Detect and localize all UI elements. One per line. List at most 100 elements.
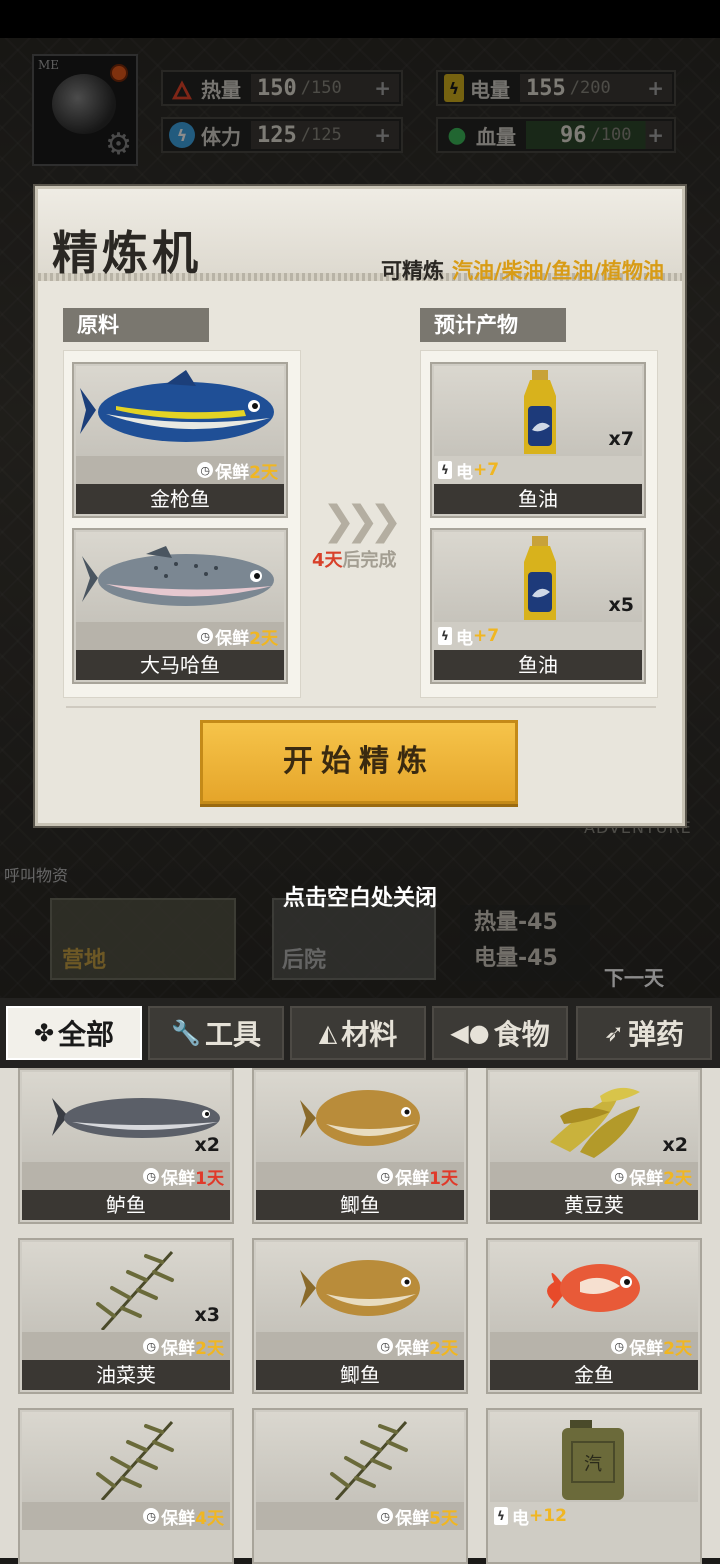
start-refining-button[interactable]: 开始精炼: [200, 720, 518, 804]
tab-ammo[interactable]: ➶ 弹药: [576, 1006, 712, 1060]
close-hint: 点击空白处关闭: [282, 886, 437, 911]
item-name: 鲫鱼: [256, 1360, 464, 1390]
jerrycan-label: 汽: [584, 1454, 602, 1475]
salmon-icon: [82, 546, 274, 606]
bullet-icon: ➶: [603, 1019, 625, 1047]
refinable-value: 汽油/柴油/鱼油/植物油: [451, 259, 664, 283]
inventory-item[interactable]: 汽 ϟ 电 +12: [486, 1408, 702, 1564]
process-arrow-icon: ❯❯❯: [322, 498, 402, 544]
tab-label: 弹药: [628, 1018, 685, 1051]
inventory-grid: x2 ◷保鲜1天 鲈鱼 ◷保鲜1天 鲫鱼 x2 ◷保鲜2天 黄豆荚: [0, 1068, 720, 1564]
inventory-item[interactable]: ◷ 保鲜 5天: [252, 1408, 468, 1564]
completion-time: 4天后完成: [312, 546, 397, 572]
item-name: 黄豆荚: [490, 1190, 698, 1220]
tab-food[interactable]: ◀● 食物: [432, 1006, 568, 1060]
inventory-item[interactable]: ◷ 保鲜 1天 鲫鱼: [252, 1068, 468, 1224]
refinable-info: 可精炼 汽油/柴油/鱼油/植物油: [381, 255, 664, 285]
freshness-value: 4天: [195, 1508, 224, 1529]
tab-all[interactable]: ✤ 全部: [6, 1006, 142, 1060]
battery-icon: ϟ: [494, 1507, 508, 1525]
inventory-item[interactable]: x2 ◷ 保鲜 2天 黄豆荚: [486, 1068, 702, 1224]
output-slot-2[interactable]: x5 ϟ 电 +7 鱼油: [430, 528, 646, 684]
item-name: 鲫鱼: [256, 1190, 464, 1220]
freshness-label: 保鲜: [215, 628, 250, 649]
jerrycan-icon: 汽: [562, 1420, 624, 1500]
completion-days: 4天: [312, 550, 343, 571]
item-count: x2: [194, 1134, 220, 1156]
freshness-label: 保鲜: [161, 1338, 196, 1359]
clock-icon: ◷: [611, 1168, 628, 1184]
freshness-label: 保鲜: [161, 1508, 196, 1529]
clock-icon: ◷: [377, 1168, 394, 1184]
input-slot-1[interactable]: ◷ 保鲜 2天 金枪鱼: [72, 362, 288, 518]
tab-label: 食物: [493, 1018, 550, 1051]
battery-icon: ϟ: [438, 461, 452, 479]
item-count: x7: [608, 428, 634, 450]
wrench-icon: 🔧: [171, 1019, 201, 1047]
freshness-label: 保鲜: [395, 1168, 430, 1189]
clock-icon: ◷: [143, 1508, 160, 1524]
inventory-item[interactable]: x3 ◷ 保鲜 2天 油菜荚: [18, 1238, 234, 1394]
rapeseed-pod-icon: [96, 1420, 174, 1500]
goldfish-icon: [547, 1264, 640, 1312]
freshness-value: 1天: [429, 1168, 458, 1189]
output-section-header: 预计产物: [420, 308, 566, 342]
inventory-item[interactable]: ◷ 保鲜 2天 金鱼: [486, 1238, 702, 1394]
item-count: x5: [608, 594, 634, 616]
item-name: 鲈鱼: [22, 1190, 230, 1220]
clock-icon: ◷: [197, 462, 214, 478]
item-name: 大马哈鱼: [76, 650, 284, 680]
freshness-value: 2天: [195, 1338, 224, 1359]
electricity-value: +7: [473, 626, 500, 646]
freshness-value: 2天: [249, 628, 278, 649]
clock-icon: ◷: [377, 1338, 394, 1354]
clock-icon: ◷: [143, 1168, 160, 1184]
battery-icon: ϟ: [438, 627, 452, 645]
item-name: 金枪鱼: [76, 484, 284, 514]
divider: [66, 706, 656, 708]
input-slot-2[interactable]: ◷ 保鲜 2天 大马哈鱼: [72, 528, 288, 684]
electricity-label: 电: [456, 628, 473, 649]
input-section-header: 原料: [63, 308, 209, 342]
crucian-carp-icon: [300, 1090, 420, 1146]
tab-label: 工具: [204, 1018, 261, 1051]
output-slot-1[interactable]: x7 ϟ 电 +7 鱼油: [430, 362, 646, 518]
item-name: 鱼油: [434, 484, 642, 514]
inventory-item[interactable]: ◷ 保鲜 4天: [18, 1408, 234, 1564]
freshness-value: 1天: [195, 1168, 224, 1189]
freshness-value: 5天: [429, 1508, 458, 1529]
clock-icon: ◷: [143, 1338, 160, 1354]
freshness-value: 2天: [429, 1338, 458, 1359]
category-tabs: ✤ 全部 🔧 工具 ◭ 材料 ◀● 食物 ➶ 弹药: [0, 998, 720, 1068]
item-name: 金鱼: [490, 1360, 698, 1390]
inventory-item[interactable]: ◷ 保鲜 2天 鲫鱼: [252, 1238, 468, 1394]
freshness-label: 保鲜: [629, 1338, 664, 1359]
electricity-value: +12: [529, 1506, 567, 1526]
refinable-label: 可精炼: [380, 259, 444, 283]
clock-icon: ◷: [377, 1508, 394, 1524]
freshness-label: 保鲜: [395, 1338, 430, 1359]
tab-materials[interactable]: ◭ 材料: [290, 1006, 426, 1060]
tab-tools[interactable]: 🔧 工具: [148, 1006, 284, 1060]
status-bar: [0, 0, 720, 38]
item-count: x2: [662, 1134, 688, 1156]
electricity-label: 电: [456, 462, 473, 483]
freshness-label: 保鲜: [395, 1508, 430, 1529]
inventory-item[interactable]: x2 ◷ 保鲜 1天 鲈鱼: [18, 1068, 234, 1224]
item-count: x3: [194, 1304, 220, 1326]
completion-suffix: 后完成: [342, 550, 397, 571]
rapeseed-pod-icon: [330, 1420, 408, 1500]
freshness-label: 保鲜: [215, 462, 250, 483]
freshness-value: 2天: [663, 1168, 692, 1189]
item-name: 鱼油: [434, 650, 642, 680]
crucian-carp-icon: [300, 1260, 420, 1316]
electricity-value: +7: [473, 460, 500, 480]
freshness-label: 保鲜: [629, 1168, 664, 1189]
freshness-value: 2天: [249, 462, 278, 483]
item-name: 油菜荚: [22, 1360, 230, 1390]
grid-icon: ✤: [33, 1019, 55, 1047]
freshness-label: 保鲜: [161, 1168, 196, 1189]
material-icon: ◭: [318, 1019, 338, 1047]
tuna-icon: [80, 370, 274, 442]
tab-label: 全部: [58, 1018, 115, 1051]
